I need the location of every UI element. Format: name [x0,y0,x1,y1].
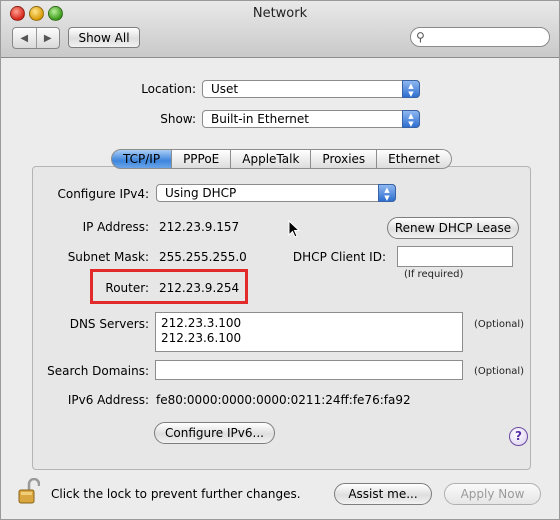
tab-appletalk[interactable]: AppleTalk [231,149,312,169]
tab-bar: TCP/IP PPPoE AppleTalk Proxies Ethernet [111,149,452,169]
network-window: Network ◀ ▶ Show All ⚲ Location: Uset ▲ ▼… [0,0,560,520]
popup-arrows-icon: ▲ ▼ [378,184,396,202]
configure-ipv4-popup[interactable]: Using DHCP ▲ ▼ [156,184,396,202]
router-value: 212.23.9.254 [159,281,240,295]
tab-tcpip[interactable]: TCP/IP [111,149,173,169]
dns-server-entry: 212.23.6.100 [161,331,242,345]
dns-servers-hint: (Optional) [474,319,525,330]
popup-arrows-icon: ▲ ▼ [402,80,420,98]
tab-ethernet[interactable]: Ethernet [377,149,452,169]
mouse-pointer-icon [288,220,300,238]
title-bar: Network ◀ ▶ Show All ⚲ [1,1,559,58]
forward-arrow-icon[interactable]: ▶ [37,28,60,48]
location-value: Uset [211,82,239,96]
show-all-button[interactable]: Show All [68,27,140,48]
configure-ipv4-value: Using DHCP [165,186,237,200]
dns-servers-label: DNS Servers: [69,317,149,331]
show-value: Built-in Ethernet [211,112,309,126]
search-icon: ⚲ [416,30,425,44]
show-popup[interactable]: Built-in Ethernet ▲ ▼ [202,110,420,128]
configure-ipv4-label: Configure IPv4: [57,187,149,201]
ipv6-address-value: fe80:0000:0000:0000:0211:24ff:fe76:fa92 [156,393,411,407]
dhcp-client-id-label: DHCP Client ID: [292,250,386,264]
router-label: Router: [105,281,149,295]
search-field[interactable]: ⚲ [410,27,550,47]
subnet-mask-label: Subnet Mask: [67,250,149,264]
back-forward-control: ◀ ▶ [12,27,60,49]
apply-now-button[interactable]: Apply Now [444,483,541,505]
lock-message: Click the lock to prevent further change… [51,487,301,501]
help-icon[interactable]: ? [509,427,528,446]
show-label: Show: [160,112,196,126]
renew-dhcp-lease-button[interactable]: Renew DHCP Lease [387,217,519,239]
dhcp-client-id-hint: (If required) [404,269,464,280]
tab-pppoe[interactable]: PPPoE [172,149,232,169]
assist-me-button[interactable]: Assist me... [334,483,432,505]
ip-address-value: 212.23.9.157 [159,220,240,234]
subnet-mask-value: 255.255.255.0 [159,250,247,264]
ip-address-label: IP Address: [82,220,149,234]
dns-server-entry: 212.23.3.100 [161,316,242,330]
tab-proxies[interactable]: Proxies [311,149,378,169]
search-domains-hint: (Optional) [474,366,525,377]
search-domains-field[interactable] [155,360,463,380]
dhcp-client-id-field[interactable] [397,246,513,267]
unlocked-padlock-icon[interactable] [18,478,40,504]
location-popup[interactable]: Uset ▲ ▼ [202,80,420,98]
configure-ipv6-button[interactable]: Configure IPv6... [154,422,275,444]
search-domains-label: Search Domains: [47,364,149,378]
popup-arrows-icon: ▲ ▼ [402,110,420,128]
back-arrow-icon[interactable]: ◀ [13,28,37,48]
window-title: Network [252,6,308,21]
ipv6-address-label: IPv6 Address: [67,393,149,407]
location-label: Location: [141,82,196,96]
dns-servers-field[interactable]: 212.23.3.100 212.23.6.100 [155,312,463,352]
